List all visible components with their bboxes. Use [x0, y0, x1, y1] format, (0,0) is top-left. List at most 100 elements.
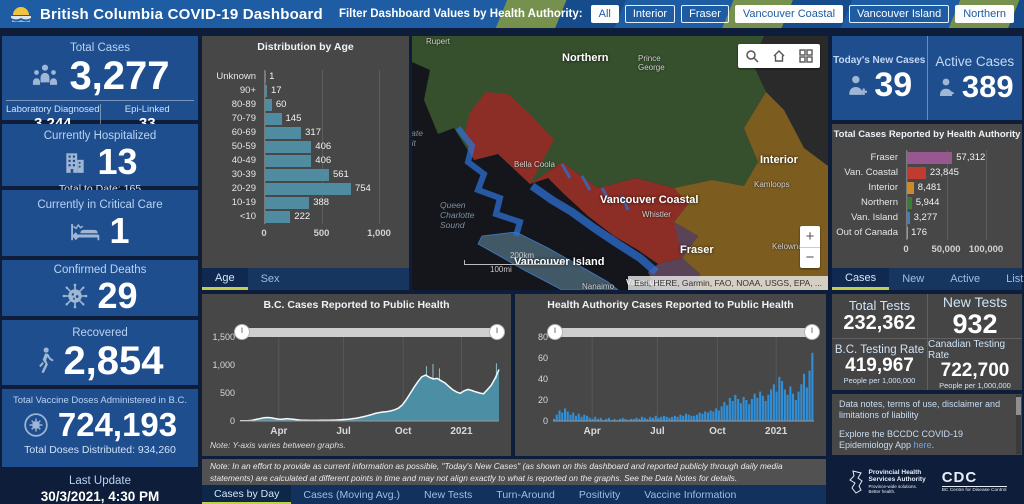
last-update-panel: Last Update 30/3/2021, 4:30 PM	[2, 471, 198, 504]
critical-care-panel: Currently in Critical Care 1	[2, 190, 198, 256]
ca-testing-rate-value: 722,700	[940, 360, 1010, 382]
bar	[728, 397, 731, 421]
bar	[693, 415, 696, 422]
new-cases-label: Today's New Cases	[833, 54, 926, 66]
bar	[265, 85, 267, 97]
panel-title: Currently in Critical Care	[37, 199, 163, 211]
bar	[739, 403, 742, 421]
filter-button-northern[interactable]: Northern	[955, 5, 1014, 23]
bar-value-label: 60	[275, 99, 287, 110]
health-authority-map[interactable]: RupertNorthernPrince GeorgeHecate Strait…	[412, 36, 828, 290]
panel-title: Recovered	[72, 326, 128, 339]
dashboard: British Columbia COVID-19 Dashboard Filt…	[0, 0, 1024, 504]
bar-value-label: 5,944	[915, 197, 940, 208]
tab-list[interactable]: List	[993, 268, 1024, 290]
tab-turn-around[interactable]: Turn-Around	[484, 485, 567, 504]
ha-cases-chart-panel: Health Authority Cases Reported to Publi…	[515, 294, 826, 456]
footer-logos: Provincial Health Services Authority Pro…	[832, 459, 1022, 504]
gridline	[946, 150, 948, 240]
bar-category-label: Northern	[861, 197, 898, 208]
plot-area	[553, 337, 814, 422]
bar	[662, 415, 665, 422]
critical-care-value: 1	[109, 210, 130, 251]
left-stats-column: Total Cases 3,277 Laboratory Diagnosed 3…	[2, 36, 198, 504]
tab-cases[interactable]: Cases	[832, 268, 890, 290]
y-tick-label: 1,000	[212, 360, 235, 370]
bar	[586, 415, 589, 422]
bar	[720, 406, 723, 421]
bar	[723, 402, 726, 421]
x-tick-label: 0	[261, 228, 267, 239]
bar	[794, 400, 797, 421]
x-tick-label: Jul	[650, 426, 665, 437]
age-sex-tabstrip: Age Sex	[202, 268, 409, 290]
bc-outline-icon	[848, 469, 863, 494]
search-icon[interactable]	[745, 49, 759, 63]
new-tests-value: 932	[952, 309, 998, 339]
bar	[265, 141, 312, 153]
tab-sex[interactable]: Sex	[248, 268, 293, 290]
bar	[797, 391, 800, 421]
notes-line1: Data notes, terms of use, disclaimer and…	[839, 399, 1001, 421]
y-tick-label: 20	[537, 395, 548, 405]
bar-value-label: 8,481	[917, 182, 942, 193]
x-tick-label: Apr	[583, 426, 601, 437]
tab-new-tests[interactable]: New Tests	[412, 485, 484, 504]
tab-new[interactable]: New	[889, 268, 937, 290]
home-icon[interactable]	[772, 49, 786, 63]
bar-category-label: Unknown	[216, 71, 256, 82]
bar	[265, 155, 312, 167]
bar	[701, 413, 704, 421]
tab-vaccine-information[interactable]: Vaccine Information	[632, 485, 748, 504]
bar-value-label: 406	[315, 141, 332, 152]
tab-cases-by-day[interactable]: Cases by Day	[202, 485, 292, 504]
zoom-in-button[interactable]: +	[800, 226, 820, 247]
age-distribution-chart: Unknown 90+ 80-89 70-79 60-69 50-59 40-49 30-39…	[206, 68, 405, 246]
basemap-grid-icon[interactable]	[799, 49, 814, 63]
bar	[715, 408, 718, 421]
bar	[775, 391, 778, 421]
tab-positivity[interactable]: Positivity	[567, 485, 632, 504]
bar	[654, 415, 657, 422]
filter-button-vancouver-island[interactable]: Vancouver Island	[849, 5, 950, 23]
header: British Columbia COVID-19 Dashboard Filt…	[0, 0, 1024, 30]
zoom-out-button[interactable]: −	[800, 246, 820, 269]
bar	[682, 415, 685, 422]
filter-button-interior[interactable]: Interior	[624, 5, 676, 23]
map-scalebar: 200km 100mi	[464, 251, 564, 274]
bar-value-label: 17	[270, 85, 282, 96]
bar	[726, 405, 729, 422]
filter-button-all[interactable]: All	[590, 5, 619, 23]
scale-km: 200km	[509, 251, 534, 260]
bccdc-name: BC Centre for Disease Control	[941, 486, 1007, 493]
bc-cases-chart: 0 500 1,000 1,500 Apr Jul Oct 2021	[202, 294, 511, 456]
bar	[668, 417, 671, 421]
active-cases-value: 389	[961, 69, 1014, 104]
tab-age[interactable]: Age	[202, 268, 248, 290]
notes-scrollbar[interactable]	[1016, 395, 1021, 454]
bar-category-label: <10	[239, 211, 256, 222]
recovered-value: 2,854	[63, 338, 164, 383]
bar-category-label: 90+	[239, 85, 256, 96]
bar	[588, 417, 591, 421]
tab-cases-moving-avg[interactable]: Cases (Moving Avg.)	[291, 485, 412, 504]
bar	[607, 417, 610, 421]
x-tick-label: Oct	[709, 426, 726, 437]
ha-total-cases-panel: Total Cases Reported by Health Authority…	[832, 124, 1024, 290]
filter-button-fraser[interactable]: Fraser	[681, 5, 729, 23]
bar	[778, 376, 781, 421]
tab-active[interactable]: Active	[937, 268, 993, 290]
map-attribution: Esri, HERE, Garmin, FAO, NOAA, USGS, EPA…	[628, 276, 828, 290]
person-plus-icon	[849, 75, 868, 95]
epidemiology-app-link[interactable]: here	[914, 440, 932, 450]
bar	[811, 352, 814, 422]
bar	[265, 99, 272, 111]
deaths-panel: Confirmed Deaths 29	[2, 260, 198, 316]
bar	[737, 399, 740, 422]
bar	[687, 414, 690, 421]
phsa-tagline: Province-wide solutions. Better health.	[868, 483, 918, 494]
ha-daily-cases-chart: 0 20 40 60 80 Apr Jul Oct 2021	[515, 294, 826, 456]
filter-button-vancouver-coastal[interactable]: Vancouver Coastal	[734, 5, 844, 23]
scrollbar-thumb[interactable]	[1016, 397, 1021, 415]
scale-mi: 100mi	[490, 265, 512, 274]
